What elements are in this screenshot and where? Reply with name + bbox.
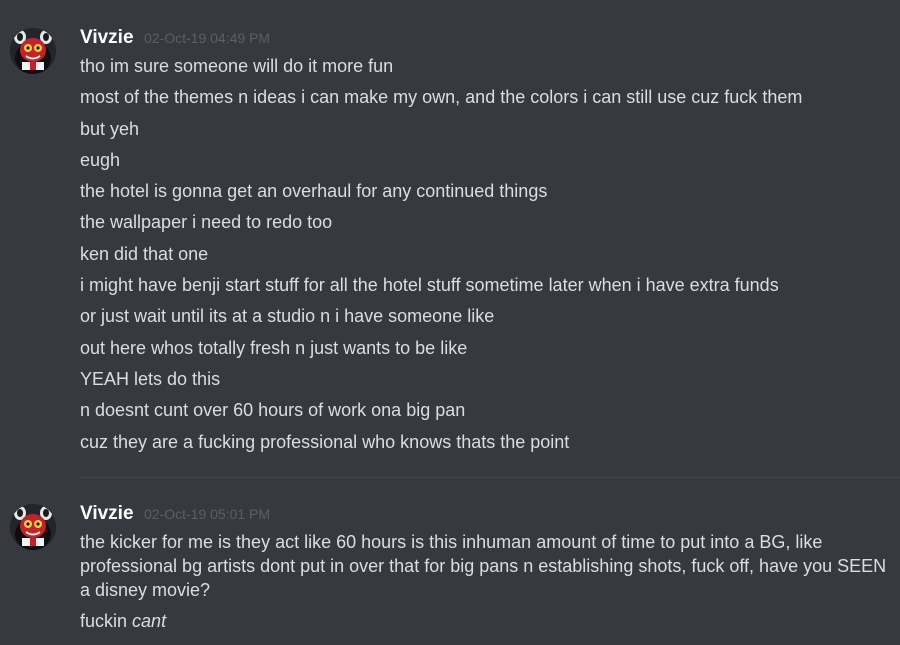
message-timestamp: 02-Oct-19 04:49 PM	[143, 30, 271, 46]
message-header: Vivzie 02-Oct-19 04:49 PM	[80, 24, 270, 52]
message-line: n doesnt cunt over 60 hours of work ona …	[80, 400, 466, 421]
message-list: tho im sure someone will do it more fun …	[80, 54, 892, 461]
avatar[interactable]	[10, 28, 56, 74]
message-line: i might have benji start stuff for all t…	[80, 275, 779, 296]
message-text: fuckin	[80, 611, 128, 632]
avatar-red-creature-icon	[10, 504, 56, 550]
message-line: tho im sure someone will do it more fun	[80, 56, 394, 76]
author-name[interactable]: Vivzie	[80, 500, 134, 528]
message-line: out here whos totally fresh n just wants…	[80, 337, 468, 358]
message-line: the hotel is gonna get an overhaul for a…	[80, 181, 548, 202]
message-line: but yeh	[80, 118, 140, 139]
message-emphasis: cant	[132, 611, 167, 632]
message-group-divider	[78, 477, 900, 478]
message-line: the kicker for me is they act like 60 ho…	[80, 532, 887, 600]
message-list: the kicker for me is they act like 60 ho…	[80, 530, 892, 641]
message-timestamp: 02-Oct-19 05:01 PM	[143, 506, 271, 522]
message-line: ken did that one	[80, 243, 209, 264]
avatar-red-creature-icon	[10, 28, 56, 74]
avatar[interactable]	[10, 504, 56, 550]
message-line: eugh	[80, 149, 121, 170]
message-header: Vivzie 02-Oct-19 05:01 PM	[80, 500, 270, 528]
message-line: cuz they are a fucking professional who …	[80, 431, 570, 452]
message-line: most of the themes n ideas i can make my…	[80, 87, 803, 108]
message-line: the wallpaper i need to redo too	[80, 212, 333, 233]
message-line: fuckin cant	[80, 609, 892, 633]
message-line: or just wait until its at a studio n i h…	[80, 306, 495, 327]
message-line: YEAH lets do this	[80, 368, 221, 389]
chat-log: Vivzie 02-Oct-19 04:49 PM tho im sure so…	[0, 0, 900, 645]
author-name[interactable]: Vivzie	[80, 24, 134, 52]
